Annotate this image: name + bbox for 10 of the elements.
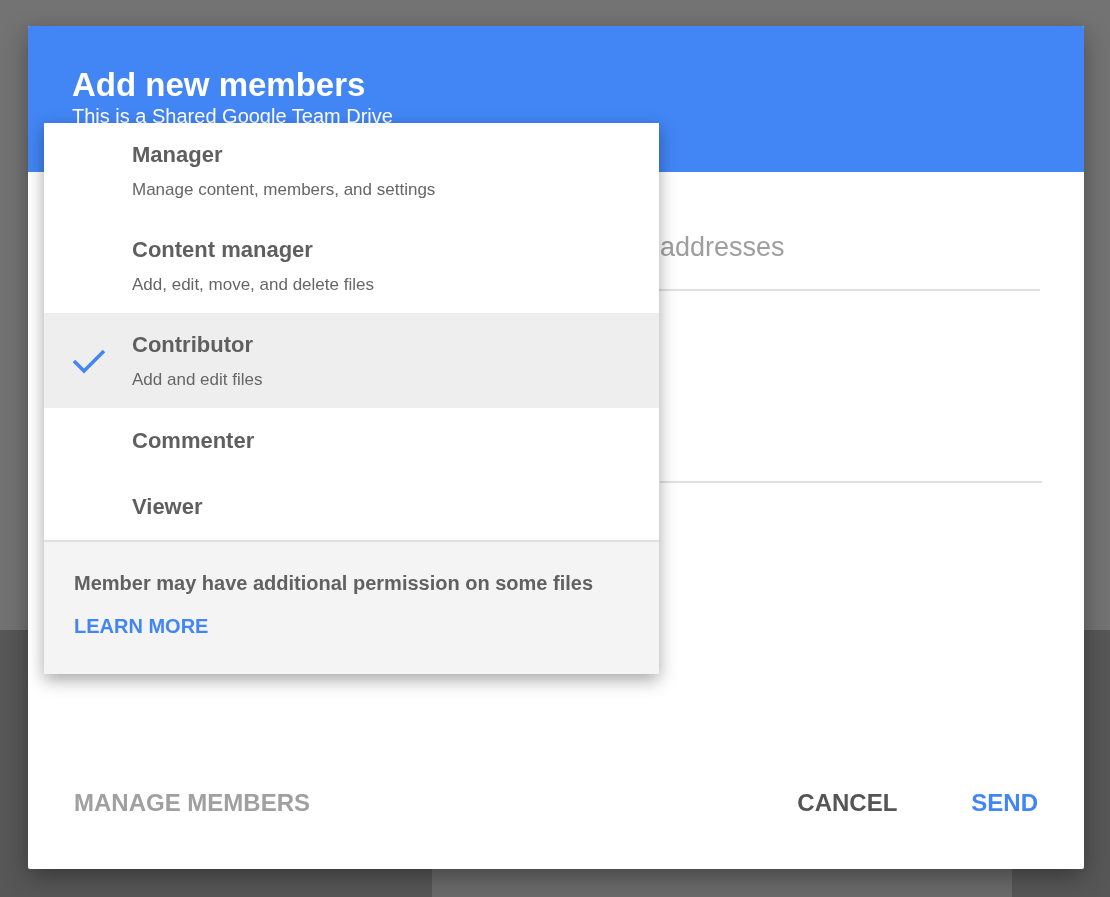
send-button[interactable]: SEND	[971, 781, 1038, 825]
cancel-button[interactable]: CANCEL	[797, 781, 898, 825]
menu-item[interactable]: Contributor Add and edit files	[44, 313, 659, 408]
menu-item[interactable]: Commenter	[44, 408, 659, 474]
dialog-title: Add new members	[72, 66, 367, 104]
menu-item[interactable]: Content manager Add, edit, move, and delete files	[44, 218, 659, 313]
learn-more-link[interactable]: LEARN MORE	[74, 615, 209, 638]
menu-item[interactable]: Viewer	[44, 474, 659, 540]
check-icon	[72, 347, 106, 374]
permission-note: Member may have additional permission on some files	[74, 572, 594, 595]
